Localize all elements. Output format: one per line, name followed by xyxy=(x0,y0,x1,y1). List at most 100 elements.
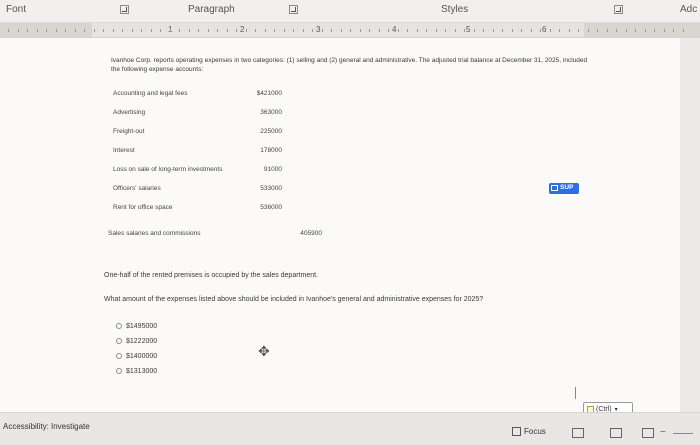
ruler-tick xyxy=(207,29,209,32)
ruler-tick xyxy=(454,29,456,32)
ruler-tick xyxy=(511,29,513,32)
ruler-tick xyxy=(131,29,133,32)
ruler-tick xyxy=(540,29,541,32)
ruler-tick xyxy=(169,29,171,32)
ruler-tick xyxy=(388,29,389,32)
ruler-tick xyxy=(198,29,199,32)
ruler-tick xyxy=(654,29,655,32)
expense-value: 91000 xyxy=(263,166,282,173)
ruler-tick xyxy=(644,29,646,32)
answer-option[interactable]: $1222000 xyxy=(116,335,157,347)
font-group-label: Font xyxy=(6,4,27,15)
ruler-tick xyxy=(55,29,57,32)
ruler-tick xyxy=(46,29,47,32)
ruler-tick xyxy=(502,29,503,32)
radio-button-icon[interactable] xyxy=(116,353,122,359)
answer-option-label: $1313000 xyxy=(126,367,158,375)
ruler-tick xyxy=(426,29,427,32)
styles-dialog-launcher-icon[interactable] xyxy=(614,5,623,14)
horizontal-ruler[interactable]: 1 2 3 4 5 6 xyxy=(0,23,700,38)
ruler-tick xyxy=(245,29,247,32)
ruler-tick xyxy=(492,29,494,32)
radio-button-icon[interactable] xyxy=(116,323,122,329)
ruler-tick xyxy=(93,29,95,32)
add-ins-label[interactable]: Adc xyxy=(680,4,697,15)
ribbon: Font Paragraph Styles Adc xyxy=(0,0,700,23)
move-cursor-icon: ✥ xyxy=(258,343,270,359)
question-prompt: What amount of the expenses listed above… xyxy=(104,296,484,303)
expense-value: 225000 xyxy=(260,128,282,135)
print-layout-icon[interactable] xyxy=(610,428,622,438)
ruler-tick xyxy=(8,29,9,32)
ruler-tick xyxy=(483,29,484,32)
read-mode-icon[interactable] xyxy=(572,428,584,438)
ruler-tick xyxy=(397,29,399,32)
expense-value: 533000 xyxy=(260,185,282,192)
radio-button-icon[interactable] xyxy=(116,368,122,374)
ruler-tick xyxy=(141,29,142,32)
ruler-tick xyxy=(255,29,256,32)
ruler-tick xyxy=(122,29,123,32)
badge-icon xyxy=(551,185,558,191)
answer-option[interactable]: $1313000 xyxy=(116,365,157,377)
ruler-tick xyxy=(150,29,152,32)
ruler-number: 4 xyxy=(392,25,397,34)
document-page[interactable] xyxy=(0,38,680,412)
ruler-tick xyxy=(473,29,475,32)
question-note: One-half of the rented premises is occup… xyxy=(104,272,319,279)
answer-option[interactable]: $1400000 xyxy=(116,350,157,362)
paragraph-group-label: Paragraph xyxy=(188,4,235,15)
expense-label: Interest xyxy=(113,147,135,154)
ruler-tick xyxy=(464,29,465,32)
expense-value: $421000 xyxy=(256,90,282,97)
ruler-tick xyxy=(359,29,361,32)
expense-value: 405900 xyxy=(300,230,322,237)
ruler-tick xyxy=(160,29,161,32)
zoom-slider[interactable] xyxy=(673,433,693,434)
ruler-tick xyxy=(549,29,551,32)
ruler-tick xyxy=(616,29,617,32)
answer-option[interactable]: $1495000 xyxy=(116,320,157,332)
font-dialog-launcher-icon[interactable] xyxy=(120,5,129,14)
web-layout-icon[interactable] xyxy=(642,428,654,438)
ruler-tick xyxy=(302,29,304,32)
radio-button-icon[interactable] xyxy=(116,338,122,344)
ruler-tick xyxy=(587,29,589,32)
ruler-tick xyxy=(36,29,38,32)
paragraph-dialog-launcher-icon[interactable] xyxy=(289,5,298,14)
expense-label: Advertising xyxy=(113,109,146,116)
ruler-tick xyxy=(321,29,323,32)
ruler-tick xyxy=(103,29,104,32)
ruler-tick xyxy=(84,29,85,32)
ruler-tick xyxy=(226,29,228,32)
accessibility-status[interactable]: Accessibility: Investigate xyxy=(3,422,90,431)
sup-badge[interactable]: SUP xyxy=(549,183,579,194)
styles-group-label: Styles xyxy=(441,4,469,15)
ruler-tick xyxy=(568,29,570,32)
focus-label: Focus xyxy=(524,427,546,436)
badge-text: SUP xyxy=(560,184,574,191)
question-intro: Ivanhoe Corp. reports operating expenses… xyxy=(111,57,588,73)
ruler-tick xyxy=(264,29,266,32)
ruler-tick xyxy=(597,29,598,32)
ruler-tick xyxy=(578,29,579,32)
ruler-tick xyxy=(217,29,218,32)
ruler-tick xyxy=(559,29,560,32)
ruler-tick xyxy=(65,29,66,32)
ruler-tick xyxy=(530,29,532,32)
ruler-tick xyxy=(635,29,636,32)
ruler-tick xyxy=(340,29,342,32)
expense-value: 178000 xyxy=(260,147,282,154)
answer-option-label: $1495000 xyxy=(126,322,158,330)
ruler-tick xyxy=(236,29,237,32)
ruler-tick xyxy=(179,29,180,32)
expense-label: Sales salaries and commissions xyxy=(108,230,201,237)
answer-option-label: $1222000 xyxy=(126,337,158,345)
zoom-out-icon[interactable]: − xyxy=(660,427,666,438)
focus-button[interactable]: Focus xyxy=(512,427,546,436)
expense-label: Accounting and legal fees xyxy=(113,90,188,97)
ruler-tick xyxy=(369,29,370,32)
ruler-tick xyxy=(378,29,380,32)
ruler-tick xyxy=(74,29,76,32)
ruler-tick xyxy=(521,29,522,32)
